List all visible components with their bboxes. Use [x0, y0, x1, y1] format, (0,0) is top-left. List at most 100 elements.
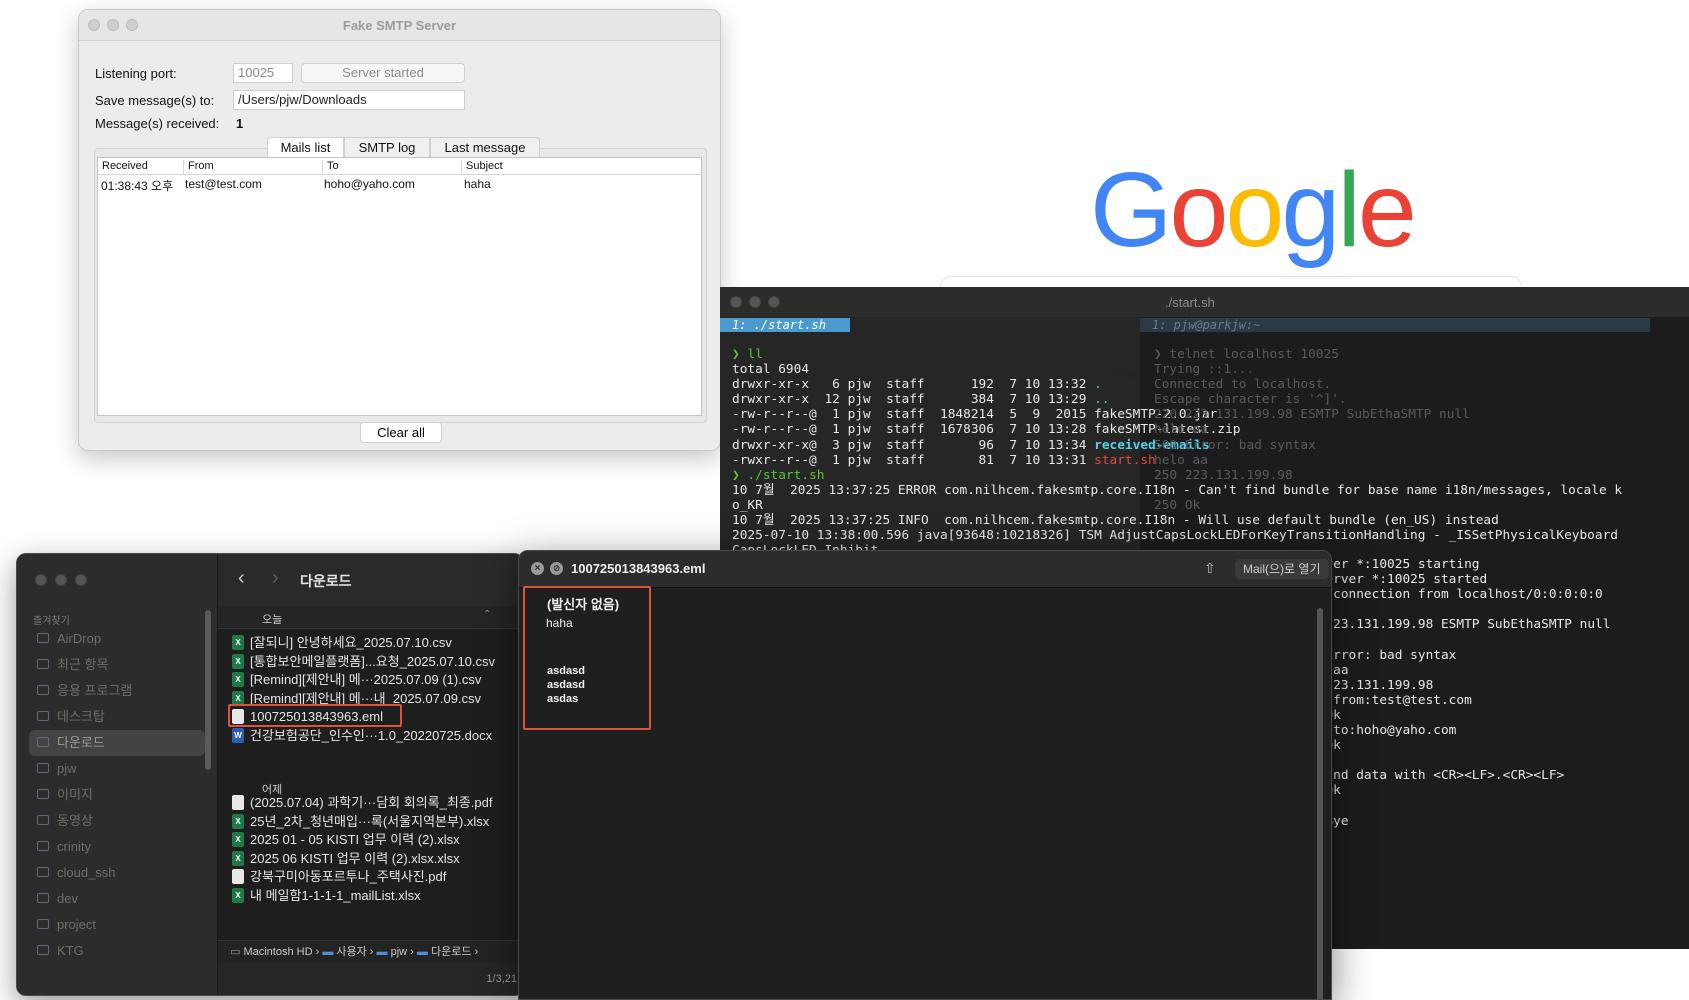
path-segment[interactable]: ▬ 사용자: [322, 946, 366, 958]
sidebar-item[interactable]: 다운로드: [29, 730, 205, 756]
terminal-line: helo aa: [1154, 452, 1208, 468]
forward-icon[interactable]: ›: [272, 567, 279, 590]
sidebar-item-label: crinity: [57, 839, 91, 854]
column-from[interactable]: From: [183, 160, 214, 174]
file-row[interactable]: X [통합보안메일플랫폼]...요청_2025.07.10.csv: [230, 652, 505, 671]
google-logo: Google: [1090, 150, 1417, 271]
minimize-window-button[interactable]: [55, 574, 67, 586]
file-name: [잘되니] 안녕하세요_2025.07.10.csv: [250, 635, 452, 650]
share-icon[interactable]: ⇧: [1204, 560, 1216, 577]
collapse-icon[interactable]: ⌃: [483, 609, 491, 620]
folder-icon: [37, 815, 49, 825]
fullscreen-icon[interactable]: ⊘: [550, 562, 563, 575]
tab-mails-list[interactable]: Mails list: [267, 137, 344, 159]
highlight-annotation: [523, 586, 651, 730]
terminal-line: 0 Ok: [1310, 783, 1341, 799]
close-icon[interactable]: ×: [531, 562, 544, 575]
server-started-button[interactable]: Server started: [301, 63, 465, 83]
fake-smtp-window: Fake SMTP Server Listening port: 10025 S…: [78, 9, 721, 451]
sidebar-item[interactable]: AirDrop: [29, 626, 205, 652]
smtp-titlebar: Fake SMTP Server: [79, 10, 720, 41]
column-to[interactable]: To: [322, 160, 339, 174]
sidebar-scrollbar[interactable]: [205, 610, 211, 770]
column-subject[interactable]: Subject: [461, 160, 503, 174]
status-bar: 1/3,21: [218, 963, 523, 995]
pane-tab-left[interactable]: 1: ./start.sh: [720, 318, 850, 332]
path-separator: ›: [312, 946, 323, 958]
sidebar-item[interactable]: project: [29, 912, 205, 938]
terminal-output-right: erver *:10025 starting server *:10025 st…: [1310, 557, 1610, 829]
file-row[interactable]: X 2025 01 - 05 KISTI 업무 이력 (2).xlsx: [230, 830, 505, 849]
sidebar-item[interactable]: 응용 프로그램: [29, 678, 205, 704]
sidebar-item[interactable]: KTG: [29, 938, 205, 964]
sidebar-item[interactable]: crinity: [29, 834, 205, 860]
sidebar-item[interactable]: 데스크탑: [29, 704, 205, 730]
mails-table: Received From To Subject 01:38:43 오후 tes…: [97, 157, 702, 416]
sidebar-item[interactable]: 동영상: [29, 808, 205, 834]
column-received[interactable]: Received: [98, 160, 148, 174]
folder-icon: [37, 789, 49, 799]
tab-smtp-log[interactable]: SMTP log: [344, 137, 430, 159]
file-row[interactable]: X [Remind][제안내] 메···2025.07.09 (1).csv: [230, 670, 505, 689]
terminal-line: erver *:10025 starting: [1310, 557, 1480, 572]
sidebar-item-label: KTG: [57, 943, 84, 958]
cell-to: hoho@yaho.com: [324, 177, 415, 191]
terminal-titlebar: ./start.sh: [720, 287, 1689, 318]
terminal-line: 1 Bye: [1310, 813, 1349, 829]
close-window-button[interactable]: [730, 296, 742, 308]
terminal-line: pt to:hoho@yaho.com: [1310, 723, 1457, 739]
terminal-line: 0 Error: bad syntax: [1310, 647, 1457, 663]
section-today: 오늘: [262, 614, 283, 626]
sidebar-item-label: 다운로드: [57, 735, 105, 750]
spreadsheet-icon: X: [232, 672, 244, 688]
sidebar-item-label: pjw: [57, 761, 77, 776]
zoom-window-button[interactable]: [75, 574, 87, 586]
clear-all-button[interactable]: Clear all: [360, 422, 442, 443]
path-segment[interactable]: ▭ Macintosh HD: [230, 946, 313, 958]
quicklook-scrollbar[interactable]: [1317, 608, 1323, 999]
back-icon[interactable]: ‹: [238, 567, 245, 590]
open-in-mail-button[interactable]: Mail(으)로 열기: [1235, 559, 1329, 579]
port-label: Listening port:: [95, 66, 177, 81]
sidebar-item[interactable]: 이미지: [29, 782, 205, 808]
sidebar-item-label: cloud_ssh: [57, 865, 116, 880]
file-name: 25년_2차_청년매입···록(서울지역본부).xlsx: [250, 813, 490, 829]
spreadsheet-icon: X: [232, 635, 244, 650]
disk-icon: ▭: [230, 946, 244, 958]
sidebar-item-label: 최근 항목: [57, 657, 109, 672]
folder-icon: [37, 659, 49, 669]
file-row[interactable]: (2025.07.04) 과학기···담회 회의록_최종.pdf: [230, 793, 505, 812]
minimize-window-button[interactable]: [749, 296, 761, 308]
file-row[interactable]: W 건강보험공단_인수인···1.0_20220725.docx: [230, 726, 505, 745]
sidebar-item[interactable]: pjw: [29, 756, 205, 782]
path-segment[interactable]: ▬ 다운로드: [417, 946, 472, 958]
file-name: 2025 01 - 05 KISTI 업무 이력 (2).xlsx: [250, 832, 460, 848]
terminal-line: Escape character is '^]'.: [1154, 392, 1347, 408]
port-input[interactable]: 10025: [233, 63, 293, 83]
terminal-line: ❯ telnet localhost 10025: [1154, 347, 1339, 362]
spreadsheet-icon: X: [232, 832, 244, 848]
close-window-button[interactable]: [35, 574, 47, 586]
folder-icon: [37, 633, 49, 643]
google-letter: l: [1337, 151, 1361, 269]
file-row[interactable]: X 2025 06 KISTI 업무 이력 (2).xlsx.xlsx: [230, 849, 505, 868]
google-button-overlap: Googl: [1114, 367, 1147, 381]
sidebar-item[interactable]: cloud_ssh: [29, 860, 205, 886]
folder-icon: [37, 919, 49, 929]
file-row[interactable]: X 25년_2차_청년매입···록(서울지역본부).xlsx: [230, 812, 505, 831]
file-row[interactable]: X [잘되니] 안녕하세요_2025.07.10.csv: [230, 633, 505, 652]
spreadsheet-icon: X: [232, 888, 244, 903]
file-row[interactable]: X 내 메일함1-1-1-1_mailList.xlsx: [230, 886, 505, 905]
file-row[interactable]: 강북구미아동포르투나_주택사진.pdf: [230, 867, 505, 886]
path-segment[interactable]: ▬ pjw: [377, 946, 408, 958]
sidebar-item[interactable]: dev: [29, 886, 205, 912]
pane-tab-right[interactable]: 1: pjw@parkjw:~: [1140, 318, 1650, 332]
zoom-window-button[interactable]: [768, 296, 780, 308]
save-path-input[interactable]: /Users/pjw/Downloads: [233, 90, 465, 110]
sidebar-item[interactable]: 최근 항목: [29, 652, 205, 678]
terminal-line: it: [1310, 799, 1610, 814]
window-title: Fake SMTP Server: [342, 18, 457, 33]
tab-last-message[interactable]: Last message: [430, 137, 540, 159]
terminal-line: helo aa: [1154, 422, 1208, 438]
